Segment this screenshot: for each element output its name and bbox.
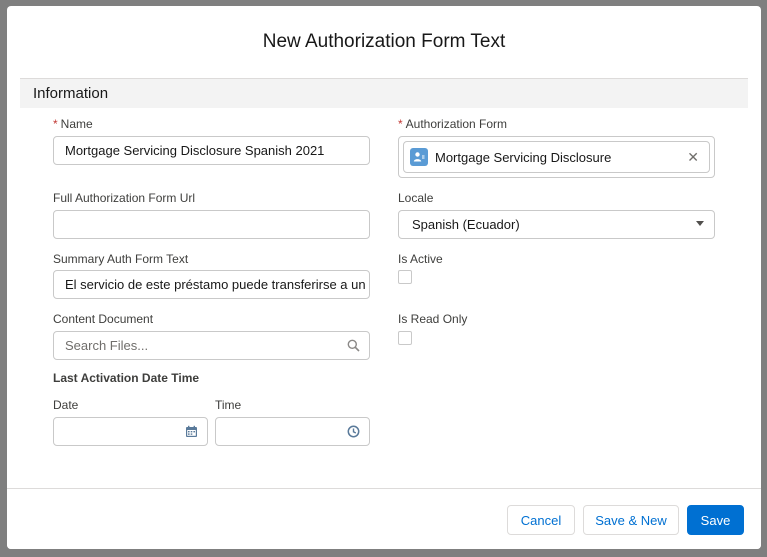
full-url-label: Full Authorization Form Url xyxy=(53,191,196,205)
is-read-only-checkbox[interactable] xyxy=(398,331,412,345)
save-and-new-button[interactable]: Save & New xyxy=(583,505,679,535)
is-active-label: Is Active xyxy=(398,252,443,266)
content-document-label: Content Document xyxy=(53,312,154,326)
name-label-text: Name xyxy=(60,117,93,131)
close-icon[interactable]: ✕ xyxy=(687,149,699,166)
cancel-button[interactable]: Cancel xyxy=(507,505,575,535)
search-placeholder: Search Files... xyxy=(65,338,149,353)
authorization-form-value: Mortgage Servicing Disclosure xyxy=(435,149,612,165)
date-input[interactable] xyxy=(53,417,208,446)
modal-footer: Cancel Save & New Save xyxy=(7,488,761,549)
save-button[interactable]: Save xyxy=(687,505,744,535)
new-authorization-form-text-modal: New Authorization Form Text Information … xyxy=(7,6,761,549)
is-active-checkbox[interactable] xyxy=(398,270,412,284)
authorization-form-label: * Authorization Form xyxy=(398,117,507,131)
locale-label: Locale xyxy=(398,191,434,205)
section-title: Information xyxy=(33,85,109,102)
name-input[interactable]: Mortgage Servicing Disclosure Spanish 20… xyxy=(53,136,370,165)
summary-label: Summary Auth Form Text xyxy=(53,252,189,266)
clock-icon[interactable] xyxy=(347,425,360,441)
locale-select[interactable]: Spanish (Ecuador) xyxy=(398,210,715,239)
summary-input[interactable]: El servicio de este préstamo puede trans… xyxy=(53,270,370,299)
last-activation-heading: Last Activation Date Time xyxy=(53,371,200,385)
section-information[interactable]: Information xyxy=(20,78,748,108)
search-icon xyxy=(347,339,360,355)
required-mark: * xyxy=(53,117,58,131)
contact-icon xyxy=(410,148,428,166)
name-value: Mortgage Servicing Disclosure Spanish 20… xyxy=(65,143,325,158)
content-document-search[interactable]: Search Files... xyxy=(53,331,370,360)
authorization-form-label-text: Authorization Form xyxy=(405,117,508,131)
is-read-only-label: Is Read Only xyxy=(398,312,468,326)
modal-title: New Authorization Form Text xyxy=(262,31,506,52)
name-label: * Name xyxy=(53,117,93,131)
calendar-icon[interactable] xyxy=(185,425,198,441)
time-label: Time xyxy=(215,398,242,412)
chevron-down-icon xyxy=(696,221,704,226)
required-mark: * xyxy=(398,117,403,131)
locale-value: Spanish (Ecuador) xyxy=(412,217,520,232)
authorization-form-lookup[interactable]: Mortgage Servicing Disclosure ✕ xyxy=(398,136,715,178)
summary-value: El servicio de este préstamo puede trans… xyxy=(65,277,366,292)
modal-header: New Authorization Form Text xyxy=(7,6,761,78)
full-url-input[interactable] xyxy=(53,210,370,239)
authorization-form-pill[interactable]: Mortgage Servicing Disclosure ✕ xyxy=(403,141,710,173)
date-label: Date xyxy=(53,398,79,412)
time-input[interactable] xyxy=(215,417,370,446)
